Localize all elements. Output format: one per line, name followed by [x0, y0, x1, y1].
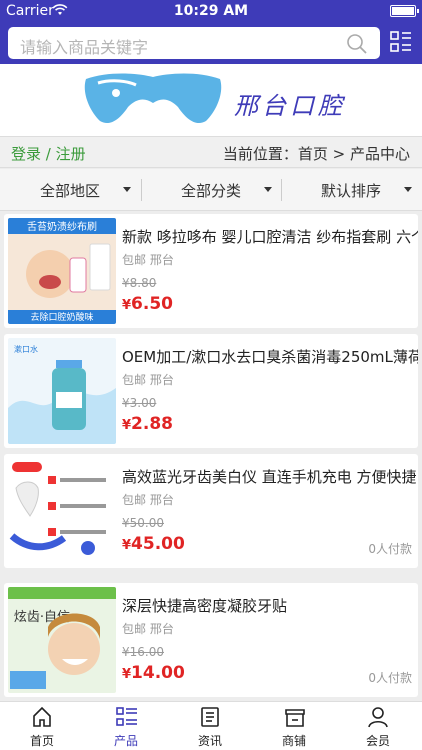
product-title: 高效蓝光牙齿美白仪 直连手机充电 方便快捷 [122, 468, 417, 486]
filter-sort-label: 默认排序 [321, 182, 382, 200]
product-title: OEM加工/漱口水去口臭杀菌消毒250mL薄荷味 [122, 348, 418, 366]
logo-text: 邢台口腔 [234, 92, 346, 120]
breadcrumb: 当前位置：首页 > 产品中心 [222, 145, 410, 163]
search-icon[interactable] [346, 33, 368, 59]
product-original-price: ¥50.00 [122, 516, 164, 530]
search-bar: 请输入商品关键字 [0, 22, 422, 64]
product-card[interactable]: 漱口水 OEM加工/漱口水去口臭杀菌消毒250mL薄荷味 包邮 邢台 ¥3.00… [4, 334, 418, 448]
filter-region[interactable]: 全部地区 [0, 169, 140, 211]
banner: 邢台口腔 [0, 64, 422, 136]
tab-news[interactable]: 资讯 [168, 702, 252, 750]
product-list-icon [116, 707, 137, 726]
member-icon [368, 707, 388, 728]
product-tags: 包邮 邢台 [122, 373, 174, 387]
filter-region-label: 全部地区 [40, 182, 101, 200]
bottom-tab-bar: 首页 产品 资讯 商铺 会员 [0, 701, 422, 750]
filter-category[interactable]: 全部分类 [141, 169, 281, 211]
product-price: ¥2.88 [122, 414, 173, 434]
product-original-price: ¥8.80 [122, 276, 157, 290]
tab-home-label: 首页 [29, 734, 54, 748]
news-icon [201, 707, 219, 727]
product-title: 深层快捷高密度凝胶牙贴 [122, 597, 288, 615]
product-price: ¥14.00 [122, 663, 185, 683]
product-tags: 包邮 邢台 [122, 253, 174, 267]
product-tags: 包邮 邢台 [122, 622, 174, 636]
product-card[interactable]: 炫齿·自信 深层快捷高密度凝胶牙贴 包邮 邢台 ¥16.00 ¥14.00 0人… [4, 583, 418, 697]
product-card[interactable]: 高效蓝光牙齿美白仪 直连手机充电 方便快捷 包邮 邢台 ¥50.00 ¥45.0… [4, 454, 418, 568]
filter-sort[interactable]: 默认排序 [281, 169, 421, 211]
filter-category-label: 全部分类 [181, 182, 242, 200]
tab-news-label: 资讯 [197, 734, 222, 748]
status-time: 10:29 AM [173, 3, 249, 19]
tooth-logo-icon [78, 69, 228, 135]
thumb-caption-top: 漱口水 [14, 344, 38, 354]
shop-icon [285, 709, 305, 727]
product-original-price: ¥3.00 [122, 396, 157, 410]
product-image: 炫齿·自信 [8, 587, 116, 693]
login-register-link[interactable]: 登录 / 注册 [11, 143, 86, 164]
search-input[interactable]: 请输入商品关键字 [8, 27, 380, 59]
product-price: ¥6.50 [122, 294, 173, 314]
tab-products-label: 产品 [113, 734, 138, 748]
home-icon [33, 706, 51, 727]
product-tags: 包邮 邢台 [122, 493, 174, 507]
product-card[interactable]: 舌苔奶渍纱布刷 去除口腔奶酸味 新款 哆拉哆布 婴儿口腔清洁 纱布指套刷 六个装… [4, 214, 418, 328]
battery-icon [390, 5, 419, 17]
product-image [8, 458, 116, 564]
search-placeholder: 请输入商品关键字 [20, 38, 149, 57]
caret-down-icon [123, 187, 131, 192]
product-sales-count: 0人付款 [368, 542, 412, 556]
tab-shop-label: 商铺 [281, 734, 306, 748]
tab-shop[interactable]: 商铺 [252, 702, 336, 750]
product-image: 舌苔奶渍纱布刷 去除口腔奶酸味 [8, 218, 116, 324]
filter-bar: 全部地区 全部分类 默认排序 [0, 169, 422, 211]
tab-member-label: 会员 [365, 734, 390, 748]
caret-down-icon [264, 187, 272, 192]
tab-member[interactable]: 会员 [336, 702, 420, 750]
product-title: 新款 哆拉哆布 婴儿口腔清洁 纱布指套刷 六个装 [122, 228, 418, 246]
tab-home[interactable]: 首页 [0, 702, 84, 750]
product-original-price: ¥16.00 [122, 645, 164, 659]
product-sales-count: 0人付款 [368, 671, 412, 685]
nav-row: 登录 / 注册 当前位置：首页 > 产品中心 [0, 136, 422, 168]
thumb-caption-top: 舌苔奶渍纱布刷 [27, 220, 97, 233]
product-image: 漱口水 [8, 338, 116, 444]
status-bar: Carrier 10:29 AM [0, 0, 422, 22]
caret-down-icon [404, 187, 412, 192]
menu-grid-icon[interactable] [390, 31, 412, 57]
tab-products[interactable]: 产品 [84, 702, 168, 750]
product-price: ¥45.00 [122, 534, 185, 554]
thumb-caption-bottom: 去除口腔奶酸味 [30, 311, 93, 323]
